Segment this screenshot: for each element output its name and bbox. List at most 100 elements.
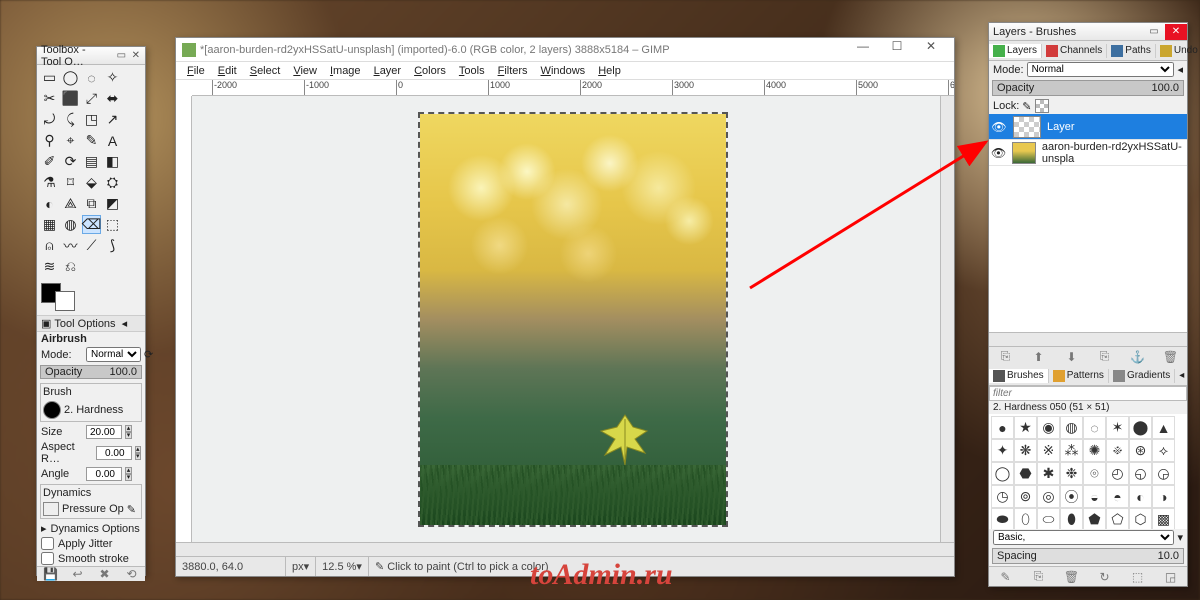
brush-thumbnail[interactable]: ▲ bbox=[1152, 416, 1175, 439]
brush-thumbnail[interactable]: ● bbox=[991, 416, 1014, 439]
brush-thumbnail[interactable]: ◎ bbox=[1037, 485, 1060, 508]
layer-thumbnail[interactable] bbox=[1013, 116, 1041, 138]
brush-action-button[interactable]: 🗑 bbox=[1064, 570, 1080, 584]
tab-undo[interactable]: Undo bbox=[1156, 44, 1200, 58]
status-unit-dropdown[interactable]: px ▾ bbox=[286, 557, 316, 576]
brush-thumbnail[interactable]: ◷ bbox=[991, 485, 1014, 508]
layer-action-button[interactable]: ⬇ bbox=[1064, 350, 1080, 364]
brush-thumbnail[interactable]: ⬟ bbox=[1083, 508, 1106, 529]
brush-thumbnail[interactable]: ✦ bbox=[991, 439, 1014, 462]
tool-button[interactable]: ▤ bbox=[82, 152, 101, 171]
minimize-icon[interactable]: ▭ bbox=[1147, 25, 1161, 39]
status-zoom-dropdown[interactable]: 12.5 % ▾ bbox=[316, 557, 369, 576]
delete-preset-icon[interactable]: ✖ bbox=[97, 567, 113, 581]
brush-thumbnail[interactable]: ◓ bbox=[1106, 485, 1129, 508]
close-button[interactable]: ✕ bbox=[914, 39, 948, 61]
layer-row[interactable]: 👁aaron-burden-rd2yxHSSatU-unspla bbox=[989, 140, 1187, 166]
tab-brushes[interactable]: Brushes bbox=[989, 369, 1049, 383]
brush-thumbnail[interactable]: ⬯ bbox=[1014, 508, 1037, 529]
tool-button[interactable]: ◳ bbox=[82, 110, 101, 129]
aspect-spinner[interactable]: ▴▾ bbox=[135, 446, 141, 460]
dynamics-options-expander[interactable]: ▸Dynamics Options bbox=[37, 521, 145, 536]
visibility-icon[interactable]: 👁 bbox=[991, 120, 1007, 134]
tool-button[interactable]: ◧ bbox=[103, 152, 122, 171]
tool-button[interactable]: ⟳ bbox=[61, 152, 80, 171]
tool-button[interactable]: ⌖ bbox=[61, 131, 80, 150]
background-swatch[interactable] bbox=[55, 291, 75, 311]
brush-thumbnail[interactable]: ⊚ bbox=[1014, 485, 1037, 508]
tab-menu-icon[interactable]: ◂ bbox=[1175, 370, 1188, 381]
menu-windows[interactable]: Windows bbox=[536, 64, 591, 78]
tool-button[interactable]: ✧ bbox=[103, 68, 122, 87]
menu-view[interactable]: View bbox=[288, 64, 322, 78]
tool-button[interactable]: ≋ bbox=[40, 257, 59, 276]
close-icon[interactable]: ✕ bbox=[1165, 24, 1187, 40]
brush-thumbnail[interactable]: ⊛ bbox=[1129, 439, 1152, 462]
layer-mode-select[interactable]: Normal bbox=[1027, 62, 1175, 77]
tool-button[interactable]: ◌ bbox=[82, 68, 101, 87]
menu-select[interactable]: Select bbox=[245, 64, 286, 78]
brush-preview[interactable] bbox=[43, 401, 61, 419]
tool-button[interactable]: ◐ bbox=[40, 194, 59, 213]
angle-spinner[interactable]: ▴▾ bbox=[125, 467, 132, 481]
tool-button[interactable]: ⧉ bbox=[82, 194, 101, 213]
menu-help[interactable]: Help bbox=[593, 64, 626, 78]
tab-patterns[interactable]: Patterns bbox=[1049, 369, 1109, 383]
brush-thumbnail[interactable]: ❋ bbox=[1014, 439, 1037, 462]
brush-thumbnail[interactable]: ⬮ bbox=[1060, 508, 1083, 529]
opacity-slider[interactable]: Opacity 100.0 bbox=[40, 365, 142, 379]
brush-action-button[interactable]: ⬚ bbox=[1130, 570, 1146, 584]
tool-button[interactable]: ▭ bbox=[40, 68, 59, 87]
layer-action-button[interactable]: ⎘ bbox=[1097, 349, 1113, 364]
tool-button[interactable]: ✂ bbox=[40, 89, 59, 108]
tool-button[interactable]: ⬌ bbox=[103, 89, 122, 108]
menu-icon[interactable]: ◂ bbox=[1177, 63, 1183, 76]
brush-thumbnail[interactable]: ⬡ bbox=[1129, 508, 1152, 529]
tool-button[interactable]: ⍝ bbox=[40, 236, 59, 255]
brush-thumbnail[interactable]: ◶ bbox=[1152, 462, 1175, 485]
tool-button[interactable]: ⎌ bbox=[61, 257, 80, 276]
tool-button[interactable]: ◍ bbox=[61, 215, 80, 234]
brush-thumbnail[interactable]: ◍ bbox=[1060, 416, 1083, 439]
tool-button[interactable]: ◯ bbox=[61, 68, 80, 87]
layer-action-button[interactable]: 🗑 bbox=[1163, 350, 1179, 364]
tool-button[interactable]: ▦ bbox=[40, 215, 59, 234]
size-input[interactable] bbox=[86, 425, 122, 439]
tool-button[interactable]: 〰 bbox=[61, 236, 80, 255]
tool-button[interactable]: ✐ bbox=[40, 152, 59, 171]
brush-action-button[interactable]: ◲ bbox=[1163, 570, 1179, 584]
brush-action-button[interactable]: ✎ bbox=[998, 570, 1014, 584]
brush-thumbnail[interactable]: ❉ bbox=[1060, 462, 1083, 485]
tool-button[interactable]: ↗ bbox=[103, 110, 122, 129]
tool-button[interactable]: ⬙ bbox=[82, 173, 101, 192]
menu-file[interactable]: File bbox=[182, 64, 210, 78]
minimize-button[interactable]: — bbox=[846, 39, 880, 61]
brush-thumbnail[interactable]: ⬬ bbox=[991, 508, 1014, 529]
visibility-icon[interactable]: 👁 bbox=[991, 146, 1006, 160]
tool-button[interactable]: ⬚ bbox=[103, 215, 122, 234]
brush-thumbnail[interactable]: ◵ bbox=[1129, 462, 1152, 485]
brush-thumbnail[interactable]: ◯ bbox=[991, 462, 1014, 485]
tool-button[interactable]: ⚲ bbox=[40, 131, 59, 150]
tab-paths[interactable]: Paths bbox=[1107, 44, 1156, 58]
tool-button[interactable]: ⟁ bbox=[61, 194, 80, 213]
brush-thumbnail[interactable]: ✱ bbox=[1037, 462, 1060, 485]
brush-thumbnail[interactable]: ◑ bbox=[1152, 485, 1175, 508]
tool-button[interactable]: ⌫ bbox=[82, 215, 101, 234]
tool-button[interactable]: ⚗ bbox=[40, 173, 59, 192]
brush-preset-menu-icon[interactable]: ▾ bbox=[1177, 531, 1183, 544]
tool-button[interactable]: ⤢ bbox=[82, 89, 101, 108]
canvas-area[interactable] bbox=[192, 96, 954, 542]
tool-button[interactable]: ⤾ bbox=[40, 110, 59, 129]
brush-thumbnail[interactable]: ⦿ bbox=[1060, 485, 1083, 508]
layer-action-button[interactable]: ⎘ bbox=[998, 349, 1014, 364]
brush-action-button[interactable]: ⎘ bbox=[1031, 569, 1047, 584]
smooth-stroke-checkbox[interactable] bbox=[41, 552, 54, 565]
menu-colors[interactable]: Colors bbox=[409, 64, 451, 78]
tool-button[interactable]: ⟆ bbox=[103, 236, 122, 255]
brush-spacing-slider[interactable]: Spacing 10.0 bbox=[992, 548, 1184, 564]
lock-alpha-icon[interactable] bbox=[1035, 99, 1049, 113]
reset-preset-icon[interactable]: ⟲ bbox=[124, 567, 140, 581]
tool-button[interactable]: ⬛ bbox=[61, 89, 80, 108]
brush-thumbnail[interactable]: ⬭ bbox=[1037, 508, 1060, 529]
